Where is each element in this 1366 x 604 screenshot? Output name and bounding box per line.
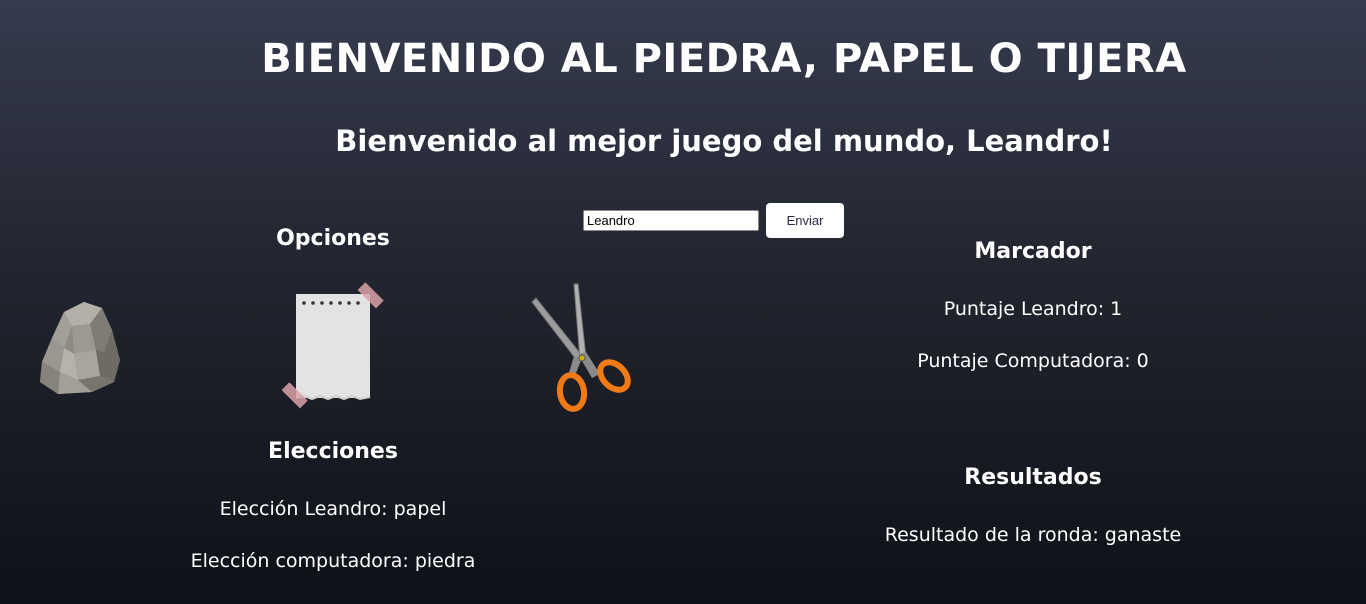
- player-choice-text: Elección Leandro: papel: [219, 498, 447, 520]
- options-heading: Opciones: [276, 226, 390, 251]
- rock-icon: [40, 302, 120, 394]
- results-heading: Resultados: [964, 465, 1102, 490]
- send-button[interactable]: Enviar: [766, 203, 844, 238]
- page-title: BIENVENIDO AL PIEDRA, PAPEL O TIJERA: [261, 36, 1187, 82]
- computer-choice-text: Elección computadora: piedra: [190, 550, 476, 572]
- choices-heading: Elecciones: [268, 439, 398, 464]
- scissors-option[interactable]: [528, 282, 636, 414]
- welcome-message: Bienvenido al mejor juego del mundo, Lea…: [335, 124, 1113, 158]
- player-score-text: Puntaje Leandro: 1: [943, 298, 1123, 320]
- scoreboard-heading: Marcador: [974, 239, 1092, 264]
- paper-option[interactable]: [281, 282, 384, 412]
- name-input[interactable]: [583, 210, 759, 231]
- rock-option[interactable]: [34, 296, 124, 396]
- scissors-icon: [531, 283, 631, 412]
- computer-score-text: Puntaje Computadora: 0: [917, 350, 1149, 372]
- paper-icon: [281, 282, 384, 409]
- round-result-text: Resultado de la ronda: ganaste: [884, 524, 1182, 546]
